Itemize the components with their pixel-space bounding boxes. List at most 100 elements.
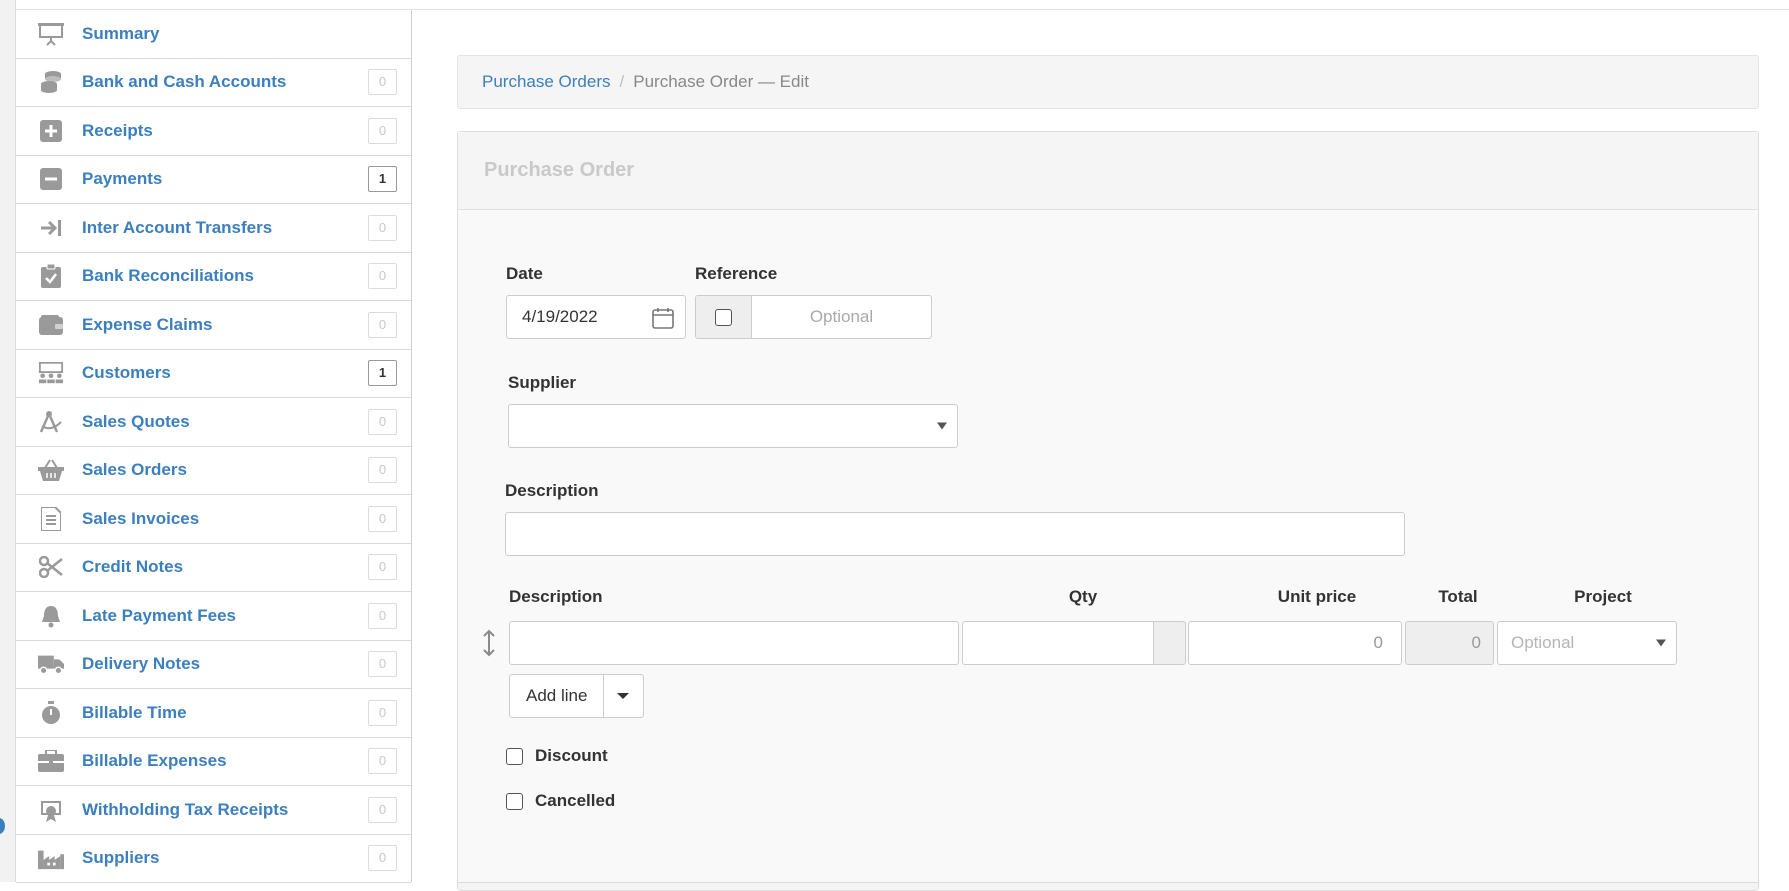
count-badge: 0 [368, 214, 397, 241]
stopwatch-icon [38, 700, 64, 726]
left-strip [0, 0, 16, 882]
count-badge: 1 [368, 166, 397, 193]
factory-icon [38, 845, 64, 871]
sidebar-item-billable-time[interactable]: Billable Time 0 [16, 689, 411, 738]
sidebar-item-label: Customers [82, 363, 171, 383]
sidebar-item-summary[interactable]: Summary [16, 10, 411, 59]
cancelled-toggle[interactable]: Cancelled [506, 791, 615, 811]
sidebar-item-label: Expense Claims [82, 314, 213, 334]
top-bar [16, 0, 1789, 10]
sidebar-item-credit-notes[interactable]: Credit Notes 0 [16, 544, 411, 592]
project-placeholder: Optional [1511, 633, 1575, 652]
basket-icon [38, 457, 64, 483]
sidebar-item-label: Sales Orders [82, 460, 187, 480]
sidebar-item-late-payment-fees[interactable]: Late Payment Fees 0 [16, 592, 411, 641]
discount-label: Discount [535, 746, 608, 765]
line-total-value: 0 [1405, 621, 1494, 665]
description-textarea[interactable] [505, 512, 1405, 556]
calendar-icon[interactable] [651, 306, 675, 335]
date-input[interactable]: 4/19/2022 [506, 295, 686, 339]
reference-input-group: Optional [695, 295, 932, 339]
clipboard-check-icon [38, 263, 64, 289]
sidebar-item-label: Late Payment Fees [82, 605, 237, 625]
bell-icon [38, 603, 64, 629]
line-unit-price-input[interactable]: 0 [1188, 621, 1402, 665]
qty-unit-addon [1154, 621, 1186, 665]
breadcrumb-current: Purchase Order — Edit [633, 72, 809, 91]
tax-receipt-icon [38, 797, 64, 823]
description-label: Description [505, 481, 599, 500]
column-header-description: Description [509, 587, 603, 606]
column-header-unit-price: Unit price [1277, 587, 1357, 606]
sidebar-item-label: Delivery Notes [82, 654, 201, 674]
sidebar-item-customers[interactable]: Customers 1 [16, 350, 411, 398]
chevron-down-icon [937, 422, 947, 430]
sidebar-item-label: Suppliers [82, 848, 160, 868]
sidebar: Summary Bank and Cash Accounts 0 Receipt… [16, 10, 412, 883]
minus-square-icon [38, 166, 64, 192]
column-header-total: Total [1438, 587, 1478, 606]
sidebar-item-label: Billable Time [82, 702, 187, 722]
reference-auto-toggle[interactable] [696, 296, 752, 338]
presentation-board-icon [38, 21, 64, 47]
sidebar-item-label: Withholding Tax Receipts [82, 799, 289, 819]
count-badge: 0 [368, 748, 397, 775]
line-qty-input[interactable] [962, 621, 1154, 665]
sidebar-item-delivery-notes[interactable]: Delivery Notes 0 [16, 641, 411, 689]
sidebar-item-inter-account-transfers[interactable]: Inter Account Transfers 0 [16, 204, 411, 253]
sidebar-item-label: Receipts [82, 120, 153, 140]
count-badge: 0 [368, 796, 397, 823]
cancelled-checkbox[interactable] [506, 792, 523, 810]
sidebar-item-sales-quotes[interactable]: Sales Quotes 0 [16, 398, 411, 447]
sidebar-item-label: Bank and Cash Accounts [82, 72, 287, 92]
truck-icon [38, 651, 64, 677]
plus-square-icon [38, 118, 64, 144]
date-label: Date [506, 264, 543, 283]
breadcrumb: Purchase Orders / Purchase Order — Edit [457, 55, 1759, 109]
count-badge: 0 [368, 117, 397, 144]
reference-label: Reference [695, 264, 778, 283]
sidebar-item-label: Billable Expenses [82, 751, 227, 771]
reference-input[interactable]: Optional [752, 296, 931, 338]
discount-toggle[interactable]: Discount [506, 746, 608, 766]
line-description-input[interactable] [509, 621, 959, 665]
count-badge: 0 [368, 651, 397, 678]
column-header-project: Project [1574, 587, 1632, 606]
add-line-button[interactable]: Add line [510, 675, 605, 717]
sidebar-item-withholding-tax-receipts[interactable]: Withholding Tax Receipts 0 [16, 786, 411, 835]
sidebar-item-billable-expenses[interactable]: Billable Expenses 0 [16, 738, 411, 786]
reference-checkbox[interactable] [715, 308, 732, 326]
sidebar-item-suppliers[interactable]: Suppliers 0 [16, 835, 411, 883]
sidebar-item-bank-reconciliations[interactable]: Bank Reconciliations 0 [16, 253, 411, 301]
breadcrumb-separator: / [619, 72, 625, 91]
line-project-select[interactable]: Optional [1497, 621, 1677, 665]
drag-handle-icon[interactable] [482, 629, 496, 662]
sidebar-item-label: Sales Quotes [82, 411, 190, 431]
sidebar-item-expense-claims[interactable]: Expense Claims 0 [16, 301, 411, 350]
discount-checkbox[interactable] [506, 747, 523, 765]
compass-icon [38, 409, 64, 435]
breadcrumb-link-purchase-orders[interactable]: Purchase Orders [482, 72, 611, 92]
count-badge: 0 [368, 408, 397, 435]
cancelled-label: Cancelled [535, 791, 616, 810]
panel-header: Purchase Order [458, 132, 1758, 210]
scissors-icon [38, 554, 64, 580]
count-badge: 0 [368, 602, 397, 629]
add-line-button-group: Add line [509, 674, 644, 718]
chevron-down-icon [1656, 639, 1666, 647]
coins-icon [38, 69, 64, 95]
form-title: Purchase Order [484, 159, 635, 181]
sidebar-item-payments[interactable]: Payments 1 [16, 156, 411, 204]
add-line-dropdown-toggle[interactable] [604, 675, 642, 717]
collapse-handle-icon[interactable] [0, 816, 6, 836]
sidebar-item-label: Inter Account Transfers [82, 217, 273, 237]
column-header-qty: Qty [1068, 587, 1098, 606]
supplier-select[interactable] [508, 404, 958, 448]
sidebar-item-bank-and-cash-accounts[interactable]: Bank and Cash Accounts 0 [16, 59, 411, 107]
sidebar-item-sales-orders[interactable]: Sales Orders 0 [16, 447, 411, 495]
sidebar-item-sales-invoices[interactable]: Sales Invoices 0 [16, 495, 411, 544]
sidebar-item-receipts[interactable]: Receipts 0 [16, 107, 411, 156]
count-badge: 0 [368, 845, 397, 872]
count-badge: 0 [368, 699, 397, 726]
briefcase-icon [38, 748, 64, 774]
